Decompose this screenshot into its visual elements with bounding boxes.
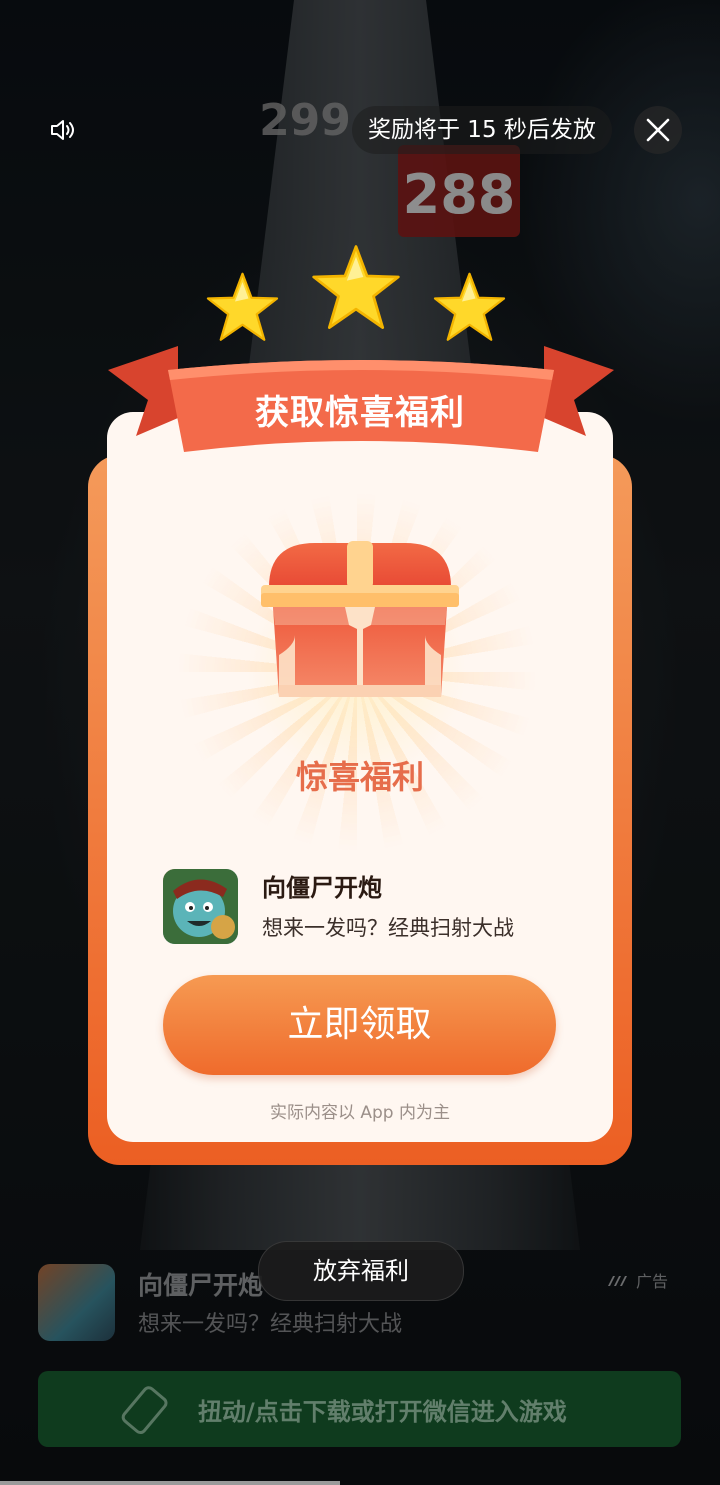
home-indicator xyxy=(0,1481,340,1485)
speaker-icon xyxy=(51,120,74,140)
close-button[interactable] xyxy=(634,106,682,154)
app-description: 想来一发吗？经典扫射大战 xyxy=(262,916,514,940)
ad-logo-icon xyxy=(608,1276,627,1286)
chest-title: 惊喜福利 xyxy=(295,758,424,796)
ribbon-title: 获取惊喜福利 xyxy=(255,393,465,433)
treasure-chest-icon xyxy=(261,541,459,697)
phone-tilt-icon xyxy=(121,1386,168,1435)
claim-now-button[interactable]: 立即领取 xyxy=(163,975,556,1075)
zombie-character-icon xyxy=(163,869,238,944)
app-icon[interactable] xyxy=(163,869,238,944)
download-text: 扭动/点击下载或打开微信进入游戏 xyxy=(198,1398,567,1426)
abandon-reward-button[interactable]: 放弃福利 xyxy=(258,1241,464,1301)
star-icon xyxy=(206,272,279,341)
star-icon xyxy=(433,272,506,341)
ad-app-icon[interactable] xyxy=(38,1264,115,1341)
reward-countdown: 奖励将于 15 秒后发放 xyxy=(352,106,612,154)
close-icon xyxy=(646,118,670,142)
ad-label-text: 广告 xyxy=(636,1272,669,1291)
ad-label: 广告 xyxy=(606,1268,668,1292)
ad-app-description: 想来一发吗？经典扫射大战 xyxy=(138,1312,403,1337)
star-icon xyxy=(312,245,400,329)
disclaimer-text: 实际内容以 App 内为主 xyxy=(269,1103,451,1123)
sound-toggle-button[interactable] xyxy=(44,112,80,148)
ad-app-name[interactable]: 向僵尸开炮 xyxy=(138,1266,263,1302)
app-name: 向僵尸开炮 xyxy=(262,874,382,902)
